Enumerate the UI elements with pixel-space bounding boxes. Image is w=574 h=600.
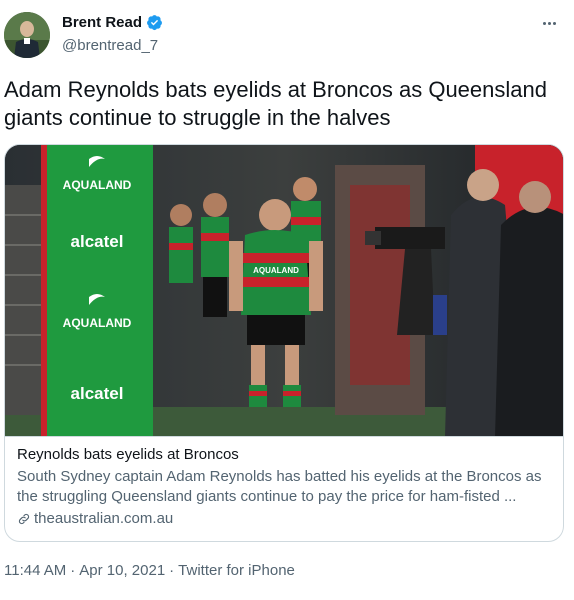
card-title: Reynolds bats eyelids at Broncos: [17, 446, 239, 463]
tweet-meta: 11:44 AM · Apr 10, 2021 · Twitter for iP…: [4, 562, 295, 579]
meta-separator-2: ·: [169, 562, 175, 579]
verified-badge-icon: [146, 14, 163, 31]
jersey-sponsor: AQUALAND: [253, 266, 299, 275]
tweet-time[interactable]: 11:44 AM: [4, 562, 66, 579]
card-domain: theaustralian.com.au: [34, 510, 174, 527]
tweet-text: Adam Reynolds bats eyelids at Broncos as…: [4, 77, 547, 130]
banner-brand-b-1: alcatel: [71, 232, 124, 251]
link-card[interactable]: AQUALAND alcatel AQUALAND alcatel atel: [4, 144, 564, 542]
card-domain-row: theaustralian.com.au: [17, 509, 553, 529]
more-icon[interactable]: [538, 14, 560, 32]
tweet-date[interactable]: Apr 10, 2021: [79, 562, 165, 579]
card-body: Reynolds bats eyelids at Broncos South S…: [5, 445, 563, 529]
display-name[interactable]: Brent Read: [62, 14, 142, 31]
meta-separator: ·: [70, 562, 76, 579]
card-image: AQUALAND alcatel AQUALAND alcatel atel: [5, 145, 563, 437]
tweet-source[interactable]: Twitter for iPhone: [178, 562, 295, 579]
author-handle[interactable]: @brentread_7: [62, 37, 158, 54]
banner-brand-a-2: AQUALAND: [63, 316, 132, 330]
author-name-row: Brent Read: [62, 14, 163, 31]
card-description: South Sydney captain Adam Reynolds has b…: [17, 468, 542, 505]
banner-brand-a-1: AQUALAND: [63, 178, 132, 192]
banner-brand-b-2: alcatel: [71, 384, 124, 403]
link-icon: [17, 512, 31, 526]
avatar[interactable]: [4, 12, 50, 58]
